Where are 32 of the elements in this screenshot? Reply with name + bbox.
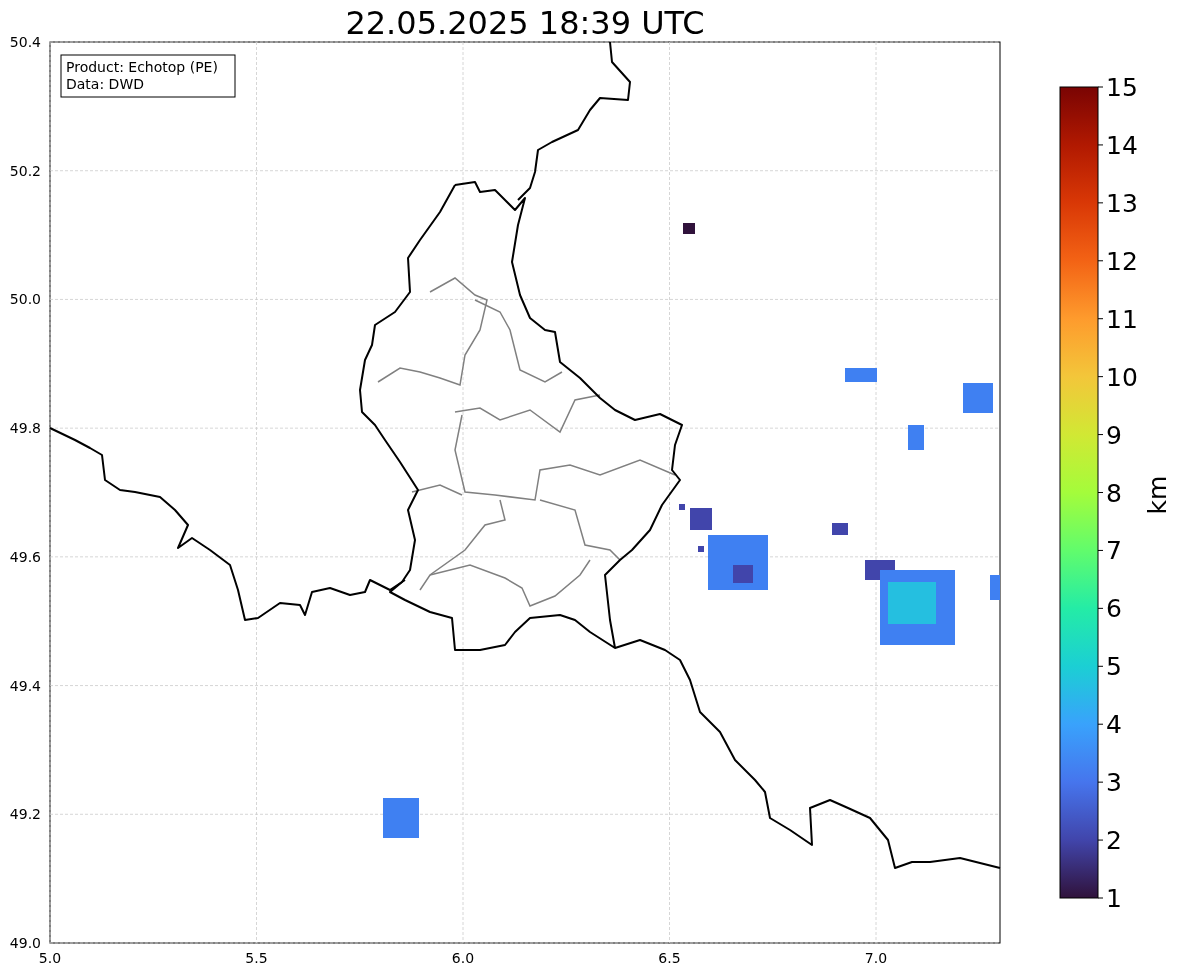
- y-tick-label: 49.4: [9, 677, 41, 694]
- x-tick-label: 5.5: [245, 950, 268, 966]
- colorbar-tick-label: 8: [1106, 478, 1122, 508]
- y-tick-label: 50.4: [9, 34, 41, 50]
- colorbar-tick-label: 5: [1106, 652, 1122, 682]
- colorbar-tick-label: 15: [1106, 73, 1138, 102]
- colorbar-tick-label: 7: [1106, 536, 1122, 566]
- info-text: Product: Echotop (PE): [66, 59, 218, 75]
- colorbar-tick-label: 6: [1106, 594, 1122, 624]
- map-title: 22.05.2025 18:39 UTC: [345, 4, 705, 42]
- y-tick-label: 50.0: [9, 291, 41, 308]
- y-tick-label: 49.8: [9, 420, 41, 437]
- y-tick-label: 50.2: [9, 162, 41, 179]
- x-tick-label: 5.0: [38, 950, 62, 966]
- colorbar-tick-label: 13: [1106, 188, 1138, 218]
- info-text: Data: DWD: [66, 76, 144, 92]
- colorbar-tick-label: 4: [1106, 710, 1122, 740]
- x-tick-label: 7.0: [864, 950, 888, 966]
- colorbar-tick-label: 14: [1106, 130, 1138, 160]
- colorbar-tick-label: 12: [1106, 246, 1138, 276]
- colorbar-tick-label: 9: [1106, 420, 1122, 450]
- colorbar-tick-label: 2: [1106, 826, 1122, 856]
- y-tick-label: 49.0: [9, 935, 41, 951]
- colorbar-tick-label: 1: [1106, 884, 1122, 913]
- colorbar-tick-label: 3: [1106, 768, 1122, 798]
- colorbar-label: km: [1143, 475, 1172, 515]
- x-tick-label: 6.0: [451, 950, 475, 966]
- colorbar-tick-label: 11: [1106, 304, 1138, 334]
- colorbar-tick-label: 10: [1106, 362, 1138, 392]
- x-tick-label: 6.5: [658, 950, 681, 966]
- y-tick-label: 49.6: [9, 548, 41, 565]
- y-tick-label: 49.2: [9, 806, 41, 823]
